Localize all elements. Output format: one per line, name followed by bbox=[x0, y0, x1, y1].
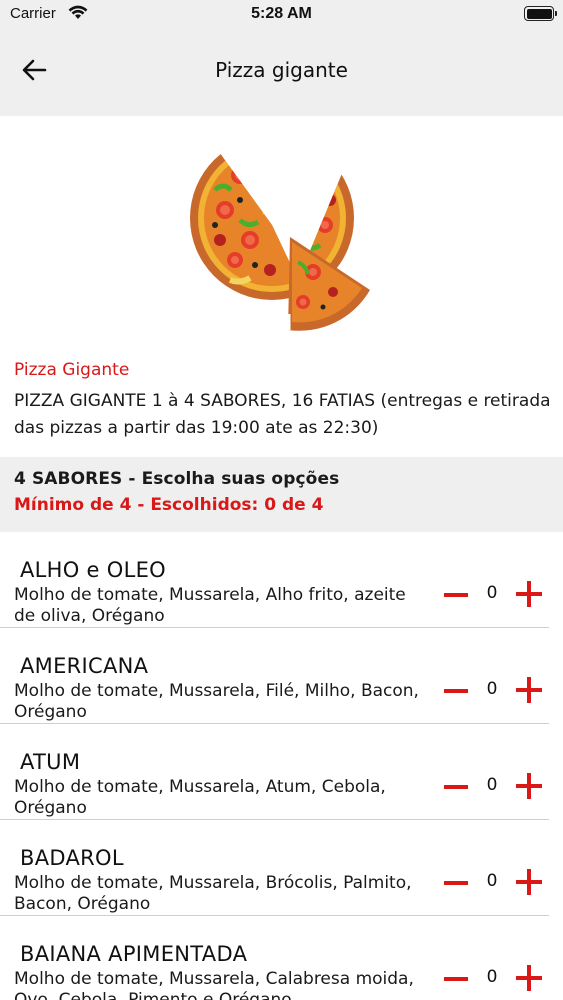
option-quantity: 0 bbox=[486, 871, 498, 891]
pizza-image bbox=[180, 130, 380, 335]
plus-icon[interactable] bbox=[514, 675, 544, 705]
option-group-title: 4 SABORES - Escolha suas opções bbox=[14, 469, 340, 489]
list-item: ATUM Molho de tomate, Mussarela, Atum, C… bbox=[0, 724, 549, 820]
option-quantity: 0 bbox=[486, 775, 498, 795]
option-group-header: 4 SABORES - Escolha suas opções Mínimo d… bbox=[0, 457, 563, 532]
plus-icon[interactable] bbox=[514, 963, 544, 993]
option-name: ALHO e OLEO bbox=[20, 558, 166, 582]
option-name: BADAROL bbox=[20, 846, 124, 870]
minus-icon[interactable] bbox=[441, 868, 471, 898]
list-item: BADAROL Molho de tomate, Mussarela, Bróc… bbox=[0, 820, 549, 916]
option-name: BAIANA APIMENTADA bbox=[20, 942, 248, 966]
list-item: ALHO e OLEO Molho de tomate, Mussarela, … bbox=[0, 532, 549, 628]
plus-icon[interactable] bbox=[514, 579, 544, 609]
minus-icon[interactable] bbox=[441, 964, 471, 994]
option-description: Molho de tomate, Mussarela, Brócolis, Pa… bbox=[14, 873, 412, 914]
option-name: ATUM bbox=[20, 750, 81, 774]
minus-icon[interactable] bbox=[441, 676, 471, 706]
status-bar: Carrier 5:28 AM bbox=[0, 0, 563, 28]
option-description: Molho de tomate, Mussarela, Filé, Milho,… bbox=[14, 681, 419, 722]
plus-icon[interactable] bbox=[514, 867, 544, 897]
option-description: Molho de tomate, Mussarela, Calabresa mo… bbox=[14, 969, 414, 1000]
clock: 5:28 AM bbox=[251, 5, 312, 22]
product-description: PIZZA GIGANTE 1 à 4 SABORES, 16 FATIAS (… bbox=[14, 391, 551, 438]
options-list: ALHO e OLEO Molho de tomate, Mussarela, … bbox=[0, 532, 563, 1000]
battery-icon bbox=[524, 6, 557, 21]
list-item: AMERICANA Molho de tomate, Mussarela, Fi… bbox=[0, 628, 549, 724]
plus-icon[interactable] bbox=[514, 771, 544, 801]
option-description: Molho de tomate, Mussarela, Atum, Cebola… bbox=[14, 777, 386, 818]
option-name: AMERICANA bbox=[20, 654, 149, 678]
navigation-bar: Pizza gigante bbox=[0, 28, 563, 116]
option-quantity: 0 bbox=[486, 679, 498, 699]
option-quantity: 0 bbox=[486, 583, 498, 603]
product-name: Pizza Gigante bbox=[14, 360, 130, 380]
minus-icon[interactable] bbox=[441, 580, 471, 610]
page-title: Pizza gigante bbox=[215, 58, 348, 82]
minus-icon[interactable] bbox=[441, 772, 471, 802]
list-item: BAIANA APIMENTADA Molho de tomate, Mussa… bbox=[0, 916, 549, 1000]
option-description: Molho de tomate, Mussarela, Alho frito, … bbox=[14, 585, 406, 626]
option-group-rule: Mínimo de 4 - Escolhidos: 0 de 4 bbox=[14, 495, 324, 515]
option-quantity: 0 bbox=[486, 967, 498, 987]
